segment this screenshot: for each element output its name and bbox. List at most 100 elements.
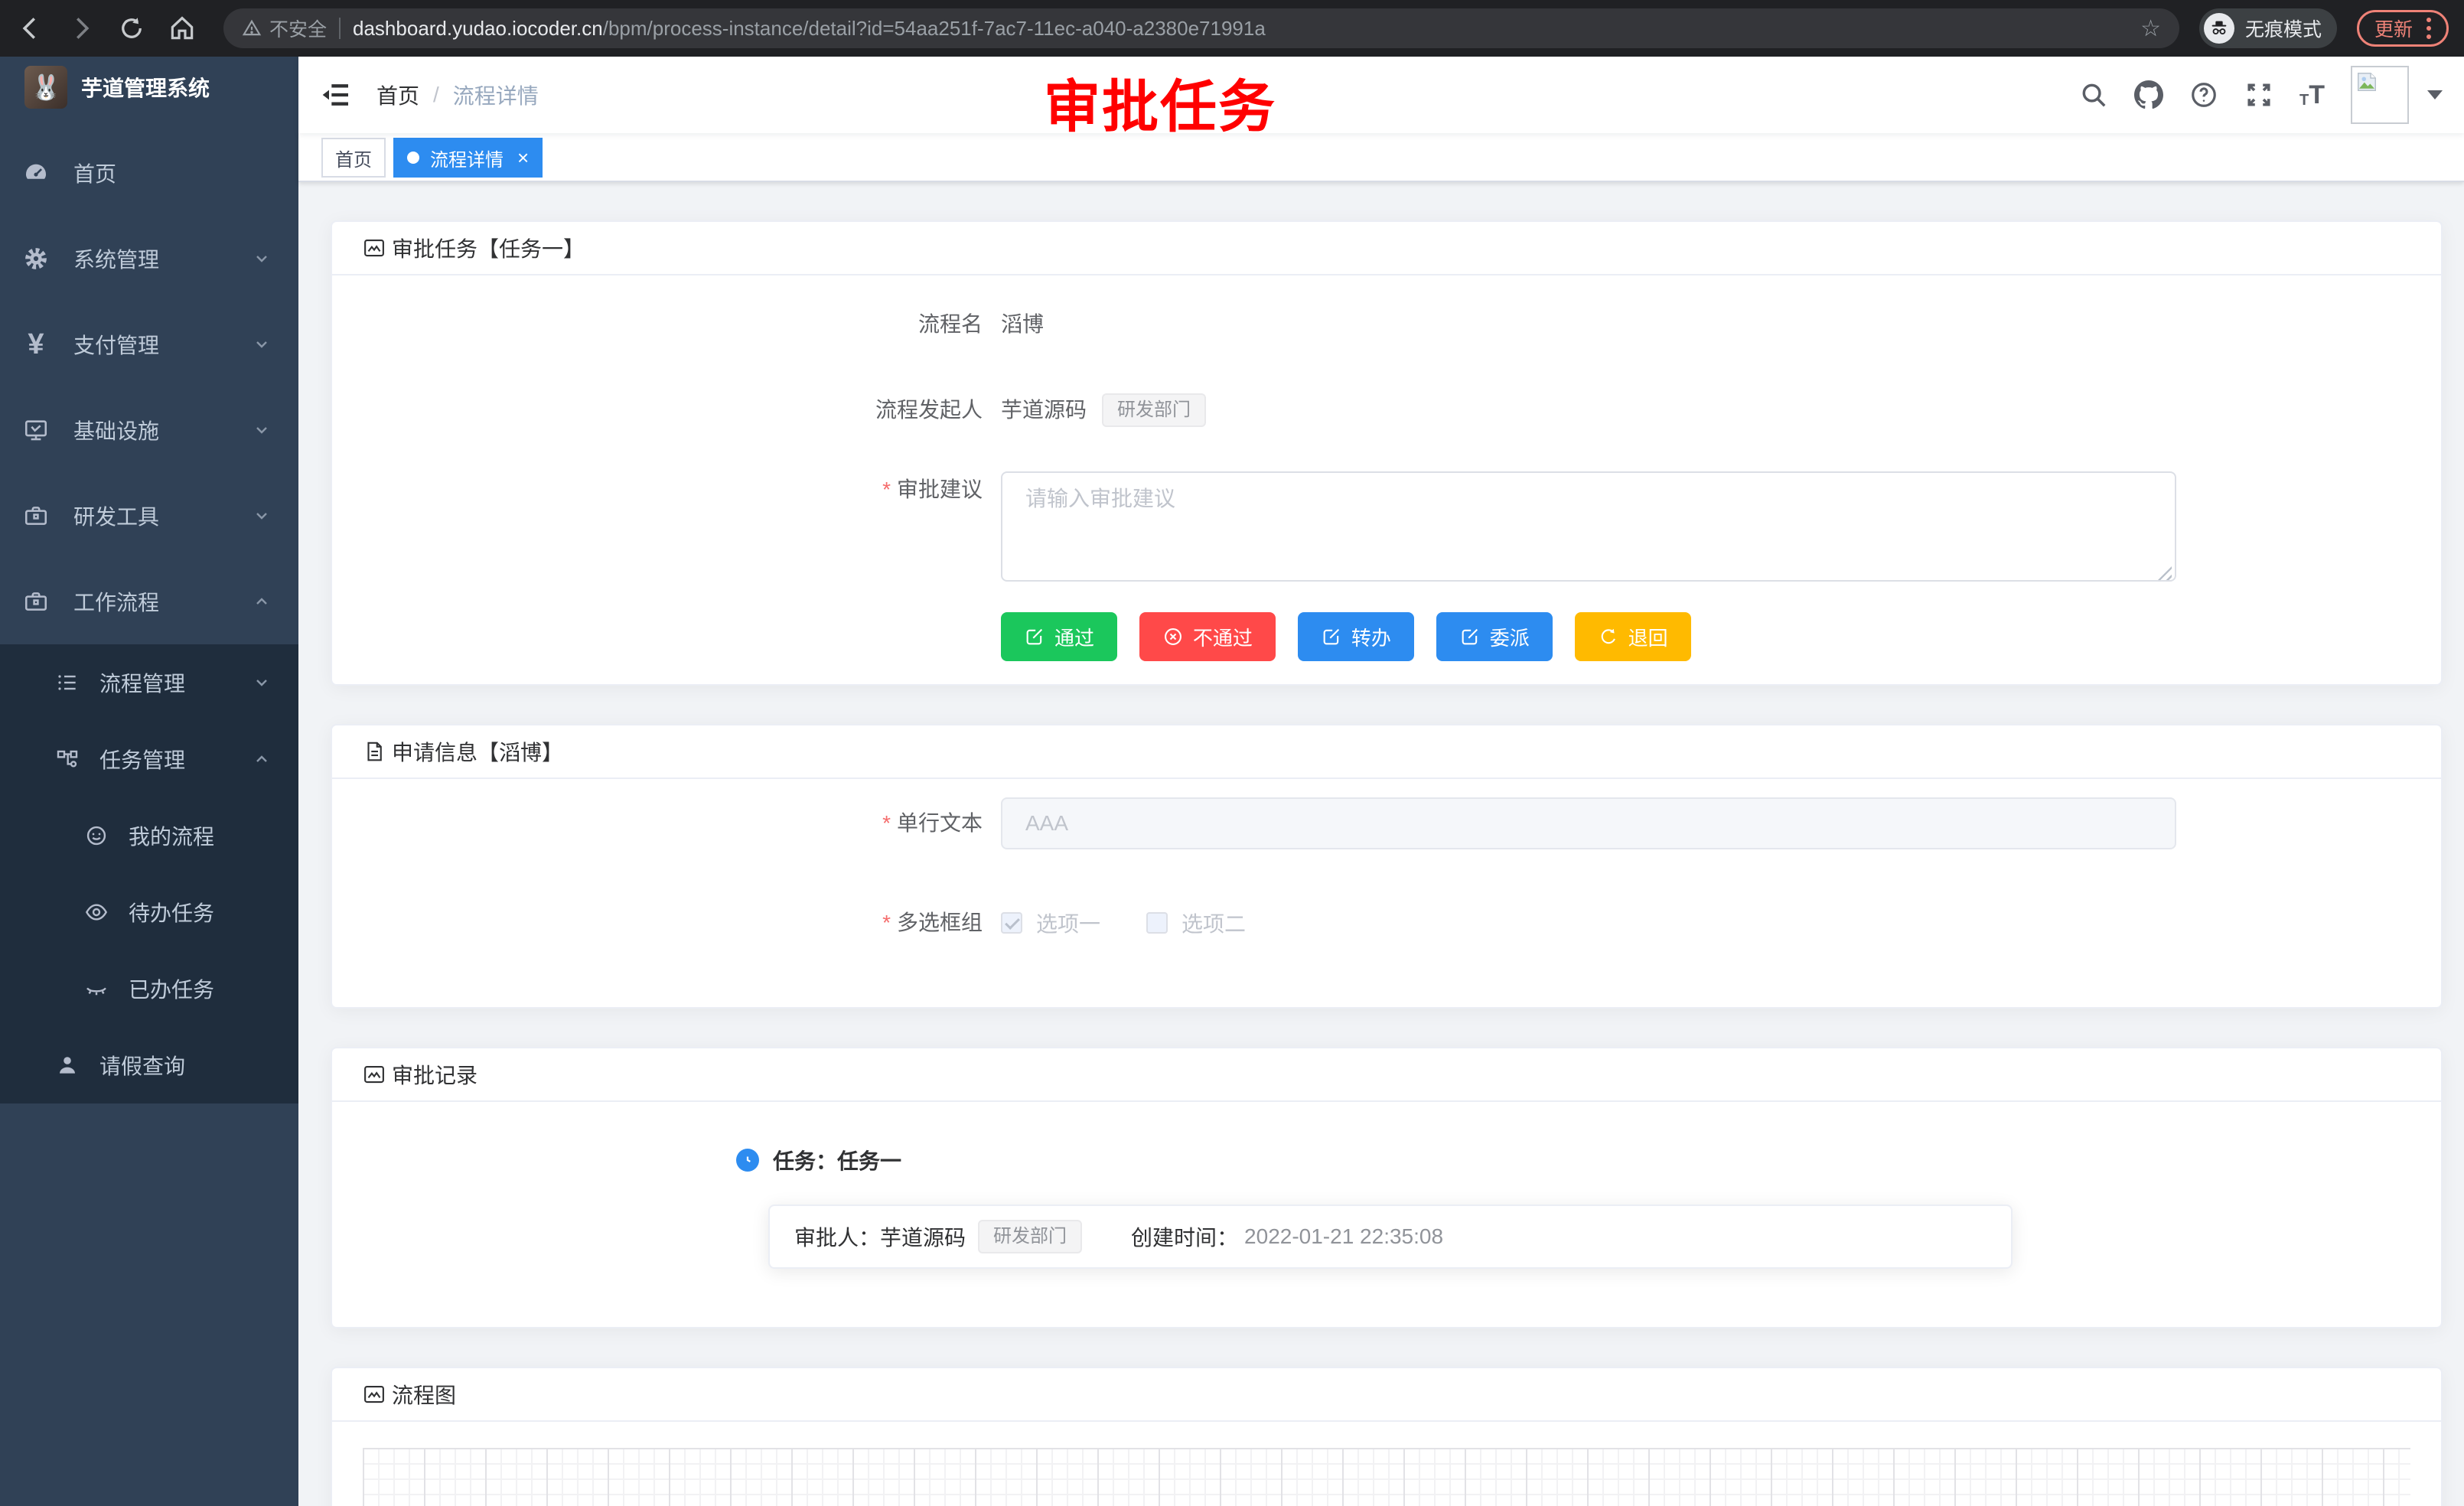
sidebar-item-label: 请假查询 xyxy=(99,1050,185,1081)
button-label: 退回 xyxy=(1628,623,1668,651)
active-dot-icon xyxy=(407,152,419,164)
suggestion-textarea[interactable] xyxy=(1001,471,2176,582)
breadcrumb-home[interactable]: 首页 xyxy=(376,80,419,110)
sidebar-item-system[interactable]: 系统管理 xyxy=(0,216,298,302)
page-content: 审批任务【任务一】 流程名 滔博 流程发起人 芋道源码 研发部门 xyxy=(298,182,2464,1506)
card-title: 申请信息【滔博】 xyxy=(392,736,563,767)
bpmn-canvas[interactable] xyxy=(363,1448,2410,1506)
flow-diagram-card: 流程图 xyxy=(331,1367,2443,1506)
tab-process-detail[interactable]: 流程详情 × xyxy=(393,138,543,178)
process-name-label: 流程名 xyxy=(363,306,1001,343)
sidebar-item-label: 系统管理 xyxy=(73,243,159,274)
single-text-input xyxy=(1001,797,2176,849)
card-header: 申请信息【滔博】 xyxy=(332,725,2441,779)
single-text-label: 单行文本 xyxy=(363,797,1001,849)
tab-home[interactable]: 首页 xyxy=(321,138,386,178)
sidebar-item-task-mgmt[interactable]: 任务管理 xyxy=(0,721,298,797)
circle-close-icon xyxy=(1162,626,1184,647)
tab-close-icon[interactable]: × xyxy=(517,148,529,168)
navbar-actions: TT xyxy=(2079,66,2443,124)
update-button[interactable]: 更新 xyxy=(2357,10,2449,47)
checkbox-group-label: 多选框组 xyxy=(363,908,1001,938)
button-label: 转办 xyxy=(1351,623,1391,651)
approver-label: 审批人： xyxy=(794,1221,880,1252)
dept-tag: 研发部门 xyxy=(978,1220,1082,1253)
delegate-button[interactable]: 委派 xyxy=(1436,612,1553,661)
back-icon[interactable] xyxy=(15,13,46,44)
url-bar[interactable]: 不安全 dashboard.yudao.iocoder.cn/bpm/proce… xyxy=(223,8,2179,48)
clock-icon xyxy=(736,1149,759,1172)
app-logo-bar[interactable]: 🐰 芋道管理系统 xyxy=(0,57,298,118)
sidebar-item-my-process[interactable]: 我的流程 xyxy=(0,797,298,874)
card-title: 审批记录 xyxy=(392,1059,477,1090)
return-button[interactable]: 退回 xyxy=(1575,612,1691,661)
sidebar-item-todo-tasks[interactable]: 待办任务 xyxy=(0,874,298,950)
created-label: 创建时间： xyxy=(1131,1221,1238,1252)
sidebar-item-devtools[interactable]: 研发工具 xyxy=(0,473,298,559)
checkbox-group: 选项一 选项二 xyxy=(1001,908,1246,938)
forward-icon[interactable] xyxy=(66,13,96,44)
sidebar-item-leave-query[interactable]: 请假查询 xyxy=(0,1027,298,1103)
chevron-down-icon xyxy=(253,421,271,439)
checkbox-option-2: 选项二 xyxy=(1146,908,1246,938)
task-title: 任务：任务一 xyxy=(773,1145,901,1175)
card-header: 流程图 xyxy=(332,1368,2441,1422)
sidebar-item-label: 支付管理 xyxy=(73,329,159,360)
card-title: 流程图 xyxy=(392,1379,456,1410)
sidebar-item-process-mgmt[interactable]: 流程管理 xyxy=(0,644,298,721)
red-annotation: 审批任务 xyxy=(1044,61,1276,143)
avatar-caret-icon[interactable] xyxy=(2427,90,2443,99)
not-secure-badge[interactable]: 不安全 xyxy=(242,15,327,42)
home-icon[interactable] xyxy=(167,13,197,44)
github-icon[interactable] xyxy=(2134,80,2163,109)
reload-icon[interactable] xyxy=(116,13,147,44)
transfer-button[interactable]: 转办 xyxy=(1298,612,1414,661)
edit-icon xyxy=(1321,626,1342,647)
reject-button[interactable]: 不通过 xyxy=(1139,612,1276,661)
button-label: 委派 xyxy=(1490,623,1530,651)
document-icon xyxy=(363,740,386,763)
sidebar-item-infra[interactable]: 基础设施 xyxy=(0,387,298,473)
navbar: 首页 / 流程详情 TT xyxy=(298,57,2464,133)
font-size-icon[interactable]: TT xyxy=(2299,82,2325,108)
hamburger-icon[interactable] xyxy=(321,80,352,110)
help-icon[interactable] xyxy=(2189,80,2218,109)
monitor-icon xyxy=(23,417,49,443)
sidebar-item-label: 研发工具 xyxy=(73,500,159,531)
chevron-down-icon xyxy=(253,335,271,354)
url-path: /bpm/process-instance/detail?id=54aa251f… xyxy=(603,17,1266,41)
suggestion-label: 审批建议 xyxy=(363,471,1001,508)
browser-chrome: 不安全 dashboard.yudao.iocoder.cn/bpm/proce… xyxy=(0,0,2464,57)
sidebar-item-home[interactable]: 首页 xyxy=(0,130,298,216)
incognito-badge: 无痕模式 xyxy=(2199,8,2337,48)
browser-menu-icon[interactable] xyxy=(2427,18,2431,39)
apply-info-card: 申请信息【滔博】 单行文本 多选框组 选项一 xyxy=(331,724,2443,1009)
checkbox-unchecked-icon xyxy=(1146,912,1168,934)
search-icon[interactable] xyxy=(2079,80,2108,109)
approval-task-card: 审批任务【任务一】 流程名 滔博 流程发起人 芋道源码 研发部门 xyxy=(331,220,2443,686)
picture-icon xyxy=(363,1383,386,1406)
record-detail-card: 审批人： 芋道源码 研发部门 创建时间： 2022-01-21 22:35:08 xyxy=(768,1204,2013,1269)
bookmark-star-icon[interactable]: ☆ xyxy=(2140,15,2161,42)
sidebar-item-label: 待办任务 xyxy=(129,897,214,927)
edit-icon xyxy=(1459,626,1481,647)
dashboard-icon xyxy=(23,160,49,186)
card-header: 审批任务【任务一】 xyxy=(332,222,2441,275)
sidebar-item-label: 工作流程 xyxy=(73,586,159,617)
sidebar-item-workflow[interactable]: 工作流程 xyxy=(0,559,298,644)
list-icon xyxy=(55,670,80,695)
url-host: dashboard.yudao.iocoder.cn xyxy=(353,17,603,41)
approve-button[interactable]: 通过 xyxy=(1001,612,1117,661)
fullscreen-icon[interactable] xyxy=(2244,80,2273,109)
sidebar-item-done-tasks[interactable]: 已办任务 xyxy=(0,950,298,1027)
briefcase-icon xyxy=(23,588,49,614)
checkbox-option-1: 选项一 xyxy=(1001,908,1100,938)
warning-triangle-icon xyxy=(242,18,262,38)
sidebar-item-label: 流程管理 xyxy=(99,667,185,698)
sidebar-item-label: 已办任务 xyxy=(129,973,214,1004)
update-label: 更新 xyxy=(2374,15,2413,42)
tree-icon xyxy=(55,747,80,771)
sidebar-item-pay[interactable]: ¥ 支付管理 xyxy=(0,302,298,387)
app-logo: 🐰 xyxy=(24,66,67,109)
avatar[interactable] xyxy=(2351,66,2409,124)
